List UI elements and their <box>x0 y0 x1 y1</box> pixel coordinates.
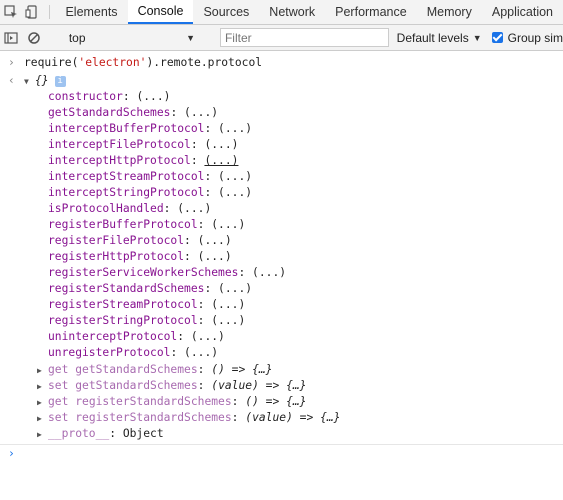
accessor-signature: () => {…} <box>245 395 307 408</box>
accessor-prefix: set <box>48 379 69 392</box>
log-levels-dropdown[interactable]: Default levels ▼ <box>397 31 482 45</box>
accessor-name: registerStandardSchemes <box>75 395 232 408</box>
expand-triangle-icon[interactable]: ▶ <box>37 395 48 411</box>
console-divider <box>0 444 563 445</box>
expand-triangle-icon[interactable]: ▶ <box>37 363 48 379</box>
property-value-collapsed[interactable]: (...) <box>211 314 245 327</box>
property-value-collapsed[interactable]: (...) <box>198 234 232 247</box>
context-selector[interactable]: top ▼ <box>65 28 199 47</box>
property-key: registerServiceWorkerSchemes <box>48 266 239 279</box>
property-value-collapsed[interactable]: (...) <box>211 218 245 231</box>
tab-console[interactable]: Console <box>127 0 194 24</box>
chevron-right-icon: › <box>8 56 15 69</box>
property-value-collapsed[interactable]: (...) <box>184 346 218 359</box>
console-toolbar: top ▼ Default levels ▼ Group sim <box>0 25 563 51</box>
property-value-collapsed[interactable]: (...) <box>184 106 218 119</box>
property-key: unregisterProtocol <box>48 346 171 359</box>
prompt-caret-icon: › <box>8 447 15 460</box>
property-value-collapsed[interactable]: (...) <box>198 250 232 263</box>
property-value-collapsed[interactable]: (...) <box>177 202 211 215</box>
accessor-prefix: get <box>48 363 69 376</box>
command-prefix: require( <box>24 56 79 69</box>
property-value-collapsed[interactable]: (...) <box>218 186 252 199</box>
accessor-prefix: set <box>48 411 69 424</box>
command-arg: 'electron' <box>78 56 147 69</box>
tab-memory[interactable]: Memory <box>417 0 482 24</box>
accessor-name: getStandardSchemes <box>75 379 198 392</box>
info-icon[interactable]: i <box>54 75 66 87</box>
tab-elements[interactable]: Elements <box>55 0 127 24</box>
property-value-collapsed[interactable]: (...) <box>218 282 252 295</box>
accessor-prefix: get <box>48 395 69 408</box>
command-suffix: ).remote.protocol <box>146 56 263 69</box>
expand-triangle-icon[interactable]: ▼ <box>24 74 35 90</box>
property-key: interceptStreamProtocol <box>48 170 205 183</box>
expand-triangle-icon[interactable]: ▶ <box>37 411 48 427</box>
property-key: interceptBufferProtocol <box>48 122 205 135</box>
chevron-down-icon: ▼ <box>186 32 196 43</box>
property-value-collapsed[interactable]: (...) <box>252 266 286 279</box>
expand-triangle-icon[interactable]: ▶ <box>37 379 48 395</box>
tab-sources[interactable]: Sources <box>193 0 259 24</box>
property-key: isProtocolHandled <box>48 202 164 215</box>
property-key: getStandardSchemes <box>48 106 171 119</box>
property-key: registerStandardSchemes <box>48 282 205 295</box>
tab-performance[interactable]: Performance <box>325 0 417 24</box>
checkbox-checked-icon[interactable] <box>491 32 503 43</box>
property-value-collapsed[interactable]: (...) <box>191 330 225 343</box>
property-value-collapsed[interactable]: (...) <box>204 138 238 151</box>
property-value-collapsed[interactable]: (...) <box>204 154 238 167</box>
accessor-name: getStandardSchemes <box>75 363 198 376</box>
show-sidebar-icon[interactable] <box>0 26 23 50</box>
accessor-signature: (value) => {…} <box>211 379 307 392</box>
tabbar-separator <box>48 5 50 19</box>
property-key: uninterceptProtocol <box>48 330 178 343</box>
levels-label: Default levels <box>396 30 469 45</box>
expand-triangle-icon[interactable]: ▶ <box>37 427 48 443</box>
proto-value: Object <box>122 427 164 440</box>
chevron-down-icon: ▼ <box>472 32 482 43</box>
property-key: interceptHttpProtocol <box>48 154 191 167</box>
object-label: {} <box>35 74 49 87</box>
group-similar-toggle[interactable]: Group sim <box>491 30 563 45</box>
devtools-tabbar: Elements Console Sources Network Perform… <box>0 0 563 25</box>
context-value: top <box>68 30 86 45</box>
property-value-collapsed[interactable]: (...) <box>218 122 252 135</box>
property-value-collapsed[interactable]: (...) <box>218 170 252 183</box>
property-key: registerStringProtocol <box>48 314 198 327</box>
property-key: constructor <box>48 90 123 103</box>
property-key: registerFileProtocol <box>48 234 185 247</box>
group-label: Group sim <box>507 30 563 45</box>
tab-network[interactable]: Network <box>259 0 325 24</box>
tab-application[interactable]: Application <box>482 0 563 24</box>
property-key: interceptStringProtocol <box>48 186 205 199</box>
property-key: interceptFileProtocol <box>48 138 191 151</box>
accessor-signature: () => {…} <box>211 363 273 376</box>
accessor-signature: (value) => {…} <box>245 411 341 424</box>
proto-key: __proto__ <box>48 427 110 440</box>
inspect-element-icon[interactable] <box>0 0 21 24</box>
property-key: registerBufferProtocol <box>48 218 198 231</box>
property-key: registerStreamProtocol <box>48 298 198 311</box>
return-arrow-icon: ‹ <box>8 74 15 87</box>
filter-input[interactable] <box>219 28 389 47</box>
property-value-collapsed[interactable]: (...) <box>136 90 170 103</box>
device-toolbar-icon[interactable] <box>21 0 42 24</box>
clear-console-icon[interactable] <box>23 26 46 50</box>
property-value-collapsed[interactable]: (...) <box>211 298 245 311</box>
accessor-name: registerStandardSchemes <box>75 411 232 424</box>
property-key: registerHttpProtocol <box>48 250 185 263</box>
